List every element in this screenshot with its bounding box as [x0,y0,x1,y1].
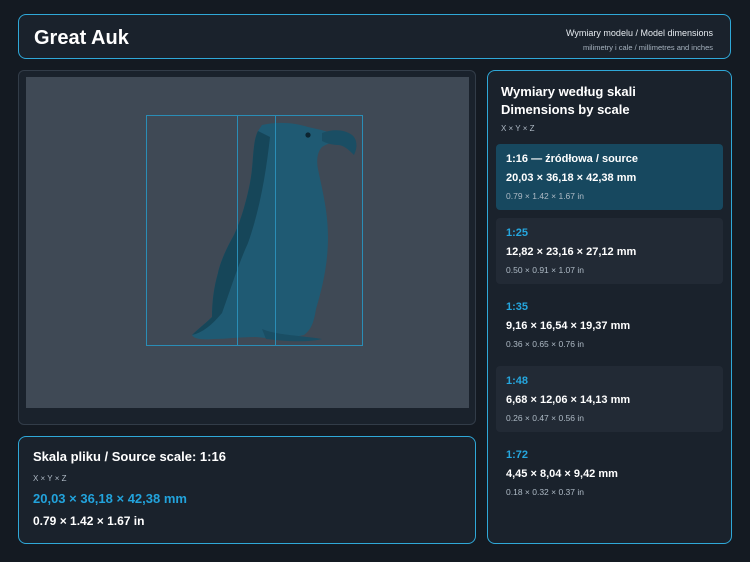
scale-dimensions-mm: 6,68 × 12,06 × 14,13 mm [506,394,631,406]
source-scale-panel: Skala pliku / Source scale: 1:16 X × Y ×… [18,436,476,544]
model-viewer[interactable] [18,70,476,425]
scale-dimensions-inches: 0.18 × 0.32 × 0.37 in [506,487,584,497]
scale-dimensions-inches: 0.79 × 1.42 × 1.67 in [506,191,584,201]
scale-ratio: 1:35 [506,301,529,313]
scale-dimensions-inches: 0.26 × 0.47 × 0.56 in [506,413,584,423]
bounding-box-edge [275,116,276,345]
bounding-box [146,115,363,346]
scale-card-1-48[interactable]: 1:48 6,68 × 12,06 × 14,13 mm 0.26 × 0.47… [496,366,723,432]
header-bar: Great Auk Wymiary modelu / Model dimensi… [18,14,731,59]
scales-title: Wymiary według skali [501,84,636,99]
scale-dimensions-inches: 0.36 × 0.65 × 0.76 in [506,339,584,349]
scale-ratio: 1:16 — źródłowa / source [506,153,639,165]
scales-axes-label: X × Y × Z [501,124,535,133]
scale-card-1-16[interactable]: 1:16 — źródłowa / source 20,03 × 36,18 ×… [496,144,723,210]
source-dimensions-mm: 20,03 × 36,18 × 42,38 mm [33,491,187,506]
header-title: Wymiary modelu / Model dimensions [566,28,713,38]
scale-dimensions-mm: 4,45 × 8,04 × 9,42 mm [506,468,618,480]
scale-ratio: 1:48 [506,375,529,387]
model-name: Great Auk [34,27,129,49]
scale-dimensions-mm: 9,16 × 16,54 × 19,37 mm [506,320,631,332]
model-viewport[interactable] [26,77,469,408]
scale-card-1-25[interactable]: 1:25 12,82 × 23,16 × 27,12 mm 0.50 × 0.9… [496,218,723,284]
bounding-box-edge [237,116,238,345]
scale-dimensions-mm: 20,03 × 36,18 × 42,38 mm [506,172,637,184]
scale-ratio: 1:25 [506,227,529,239]
scale-ratio: 1:72 [506,449,529,461]
scale-card-1-72[interactable]: 1:72 4,45 × 8,04 × 9,42 mm 0.18 × 0.32 ×… [496,440,723,506]
scales-title-en: Dimensions by scale [501,102,630,117]
source-axes-label: X × Y × Z [33,474,67,483]
scale-dimensions-inches: 0.50 × 0.91 × 1.07 in [506,265,584,275]
header-subtitle: milimetry i cale / millimetres and inche… [582,43,713,52]
scale-card-1-35[interactable]: 1:35 9,16 × 16,54 × 19,37 mm 0.36 × 0.65… [496,292,723,358]
source-scale-title: Skala pliku / Source scale: 1:16 [33,449,226,464]
scales-panel: Wymiary według skali Dimensions by scale… [487,70,732,544]
source-dimensions-inches: 0.79 × 1.42 × 1.67 in [33,514,145,528]
scale-dimensions-mm: 12,82 × 23,16 × 27,12 mm [506,246,637,258]
